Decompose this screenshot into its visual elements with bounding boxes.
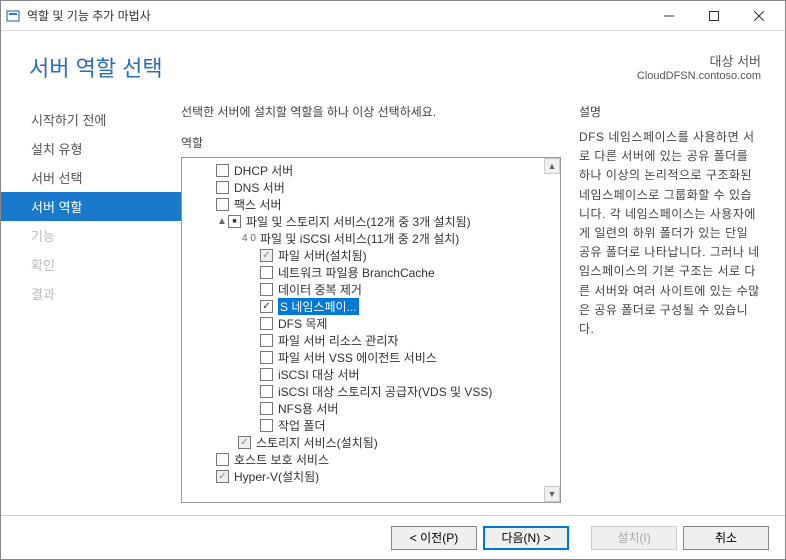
tree-item-label: DFS 목제 (278, 315, 327, 332)
sidebar-item-5[interactable]: 확인 (1, 250, 181, 279)
sidebar-item-4[interactable]: 기능 (1, 221, 181, 250)
checkbox[interactable] (228, 215, 241, 228)
roles-label: 역할 (181, 134, 561, 151)
tree-row-11[interactable]: 파일 서버 VSS 에이전트 서비스 (184, 349, 558, 366)
description-panel: 설명 DFS 네임스페이스를 사용하면 서로 다른 서버에 있는 공유 폴더를 … (561, 97, 761, 503)
tree-row-13[interactable]: iSCSI 대상 스토리지 공급자(VDS 및 VSS) (184, 383, 558, 400)
checkbox[interactable] (260, 419, 273, 432)
tree-row-3[interactable]: ▲ 파일 및 스토리지 서비스(12개 중 3개 설치됨) (184, 213, 558, 230)
checkbox[interactable] (216, 181, 229, 194)
scroll-up-button[interactable]: ▲ (544, 158, 560, 174)
tree-item-label: 팩스 서버 (234, 196, 282, 213)
checkbox[interactable] (260, 266, 273, 279)
tree-row-14[interactable]: NFS용 서버 (184, 400, 558, 417)
cancel-button[interactable]: 취소 (683, 526, 769, 550)
main-area: 시작하기 전에설치 유형서버 선택서버 역할기능확인결과 선택한 서버에 설치할… (1, 97, 785, 515)
minimize-button[interactable] (646, 2, 691, 30)
window-title: 역할 및 기능 추가 마법사 (27, 7, 646, 24)
tree-item-label: DHCP 서버 (234, 162, 293, 179)
description-title: 설명 (579, 103, 761, 120)
tree-item-label: 파일 서버 VSS 에이전트 서비스 (278, 349, 437, 366)
tree-row-18[interactable]: Hyper-V(설치됨) (184, 468, 558, 485)
checkbox[interactable] (216, 470, 229, 483)
target-server: CloudDFSN.contoso.com (637, 70, 761, 82)
titlebar: 역할 및 기능 추가 마법사 (1, 1, 785, 31)
sidebar-item-6[interactable]: 결과 (1, 279, 181, 308)
tree-toggle-icon[interactable]: ▲ (216, 216, 228, 227)
tree-row-15[interactable]: 작업 폴더 (184, 417, 558, 434)
tree-item-label: 데이터 중복 제거 (278, 281, 362, 298)
tree-item-label: NFS용 서버 (278, 400, 338, 417)
tree-item-label: Hyper-V(설치됨) (234, 468, 319, 485)
tree-row-16[interactable]: 스토리지 서비스(설치됨) (184, 434, 558, 451)
tree-item-label: 작업 폴더 (278, 417, 326, 434)
tree-row-0[interactable]: DHCP 서버 (184, 162, 558, 179)
description-text: DFS 네임스페이스를 사용하면 서로 다른 서버에 있는 공유 폴더를 하나 … (579, 128, 761, 339)
maximize-button[interactable] (691, 2, 736, 30)
checkbox[interactable] (260, 368, 273, 381)
target-info: 대상 서버 CloudDFSN.contoso.com (637, 51, 761, 82)
install-button: 설치(I) (591, 526, 677, 550)
checkbox[interactable] (260, 334, 273, 347)
sidebar-item-0[interactable]: 시작하기 전에 (1, 105, 181, 134)
checkbox[interactable] (260, 300, 273, 313)
tree-toggle-icon[interactable]: 4 0 (238, 233, 260, 244)
tree-item-label: S 네임스페이... (278, 298, 359, 315)
wizard-window: 역할 및 기능 추가 마법사 서버 역할 선택 대상 서버 CloudDFSN.… (0, 0, 786, 560)
tree-row-17[interactable]: 호스트 보호 서비스 (184, 451, 558, 468)
tree-row-8[interactable]: S 네임스페이... (184, 298, 558, 315)
previous-button[interactable]: < 이전(P) (391, 526, 477, 550)
tree-row-5[interactable]: 파일 서버(설치됨) (184, 247, 558, 264)
checkbox[interactable] (216, 198, 229, 211)
checkbox[interactable] (260, 402, 273, 415)
tree-row-7[interactable]: 데이터 중복 제거 (184, 281, 558, 298)
tree-row-2[interactable]: 팩스 서버 (184, 196, 558, 213)
checkbox[interactable] (260, 283, 273, 296)
center-panel: 선택한 서버에 설치할 역할을 하나 이상 선택하세요. 역할 ▲ ▼ DHCP… (181, 97, 561, 503)
tree-item-label: DNS 서버 (234, 179, 285, 196)
tree-row-10[interactable]: 파일 서버 리소스 관리자 (184, 332, 558, 349)
target-label: 대상 서버 (637, 51, 761, 70)
page-title: 서버 역할 선택 (29, 51, 163, 83)
instruction-text: 선택한 서버에 설치할 역할을 하나 이상 선택하세요. (181, 103, 561, 120)
checkbox[interactable] (260, 317, 273, 330)
scroll-down-button[interactable]: ▼ (544, 486, 560, 502)
tree-row-6[interactable]: 네트워크 파일용 BranchCache (184, 264, 558, 281)
tree-item-label: 파일 서버(설치됨) (278, 247, 367, 264)
tree-item-label: 파일 및 iSCSI 서비스(11개 중 2개 설치) (260, 230, 459, 247)
tree-row-12[interactable]: iSCSI 대상 서버 (184, 366, 558, 383)
tree-item-label: iSCSI 대상 스토리지 공급자(VDS 및 VSS) (278, 383, 492, 400)
tree-item-label: iSCSI 대상 서버 (278, 366, 360, 383)
checkbox[interactable] (260, 351, 273, 364)
tree-row-1[interactable]: DNS 서버 (184, 179, 558, 196)
checkbox[interactable] (238, 436, 251, 449)
close-button[interactable] (736, 2, 781, 30)
tree-item-label: 스토리지 서비스(설치됨) (256, 434, 378, 451)
tree-item-label: 호스트 보호 서비스 (234, 451, 329, 468)
checkbox[interactable] (216, 453, 229, 466)
sidebar: 시작하기 전에설치 유형서버 선택서버 역할기능확인결과 (1, 97, 181, 503)
header: 서버 역할 선택 대상 서버 CloudDFSN.contoso.com (1, 31, 785, 97)
next-button[interactable]: 다음(N) > (483, 526, 569, 550)
checkbox[interactable] (216, 164, 229, 177)
tree-item-label: 파일 및 스토리지 서비스(12개 중 3개 설치됨) (246, 213, 471, 230)
sidebar-item-1[interactable]: 설치 유형 (1, 134, 181, 163)
content-area: 서버 역할 선택 대상 서버 CloudDFSN.contoso.com 시작하… (1, 31, 785, 559)
sidebar-item-3[interactable]: 서버 역할 (1, 192, 181, 221)
footer: < 이전(P) 다음(N) > 설치(I) 취소 (1, 515, 785, 559)
checkbox[interactable] (260, 249, 273, 262)
checkbox[interactable] (260, 385, 273, 398)
tree-item-label: 파일 서버 리소스 관리자 (278, 332, 398, 349)
tree-item-label: 네트워크 파일용 BranchCache (278, 264, 435, 281)
roles-tree[interactable]: ▲ ▼ DHCP 서버DNS 서버팩스 서버 ▲ 파일 및 스토리지 서비스(12개… (181, 157, 561, 503)
tree-row-4[interactable]: 4 0파일 및 iSCSI 서비스(11개 중 2개 설치) (184, 230, 558, 247)
tree-row-9[interactable]: DFS 목제 (184, 315, 558, 332)
app-icon (5, 8, 21, 24)
sidebar-item-2[interactable]: 서버 선택 (1, 163, 181, 192)
